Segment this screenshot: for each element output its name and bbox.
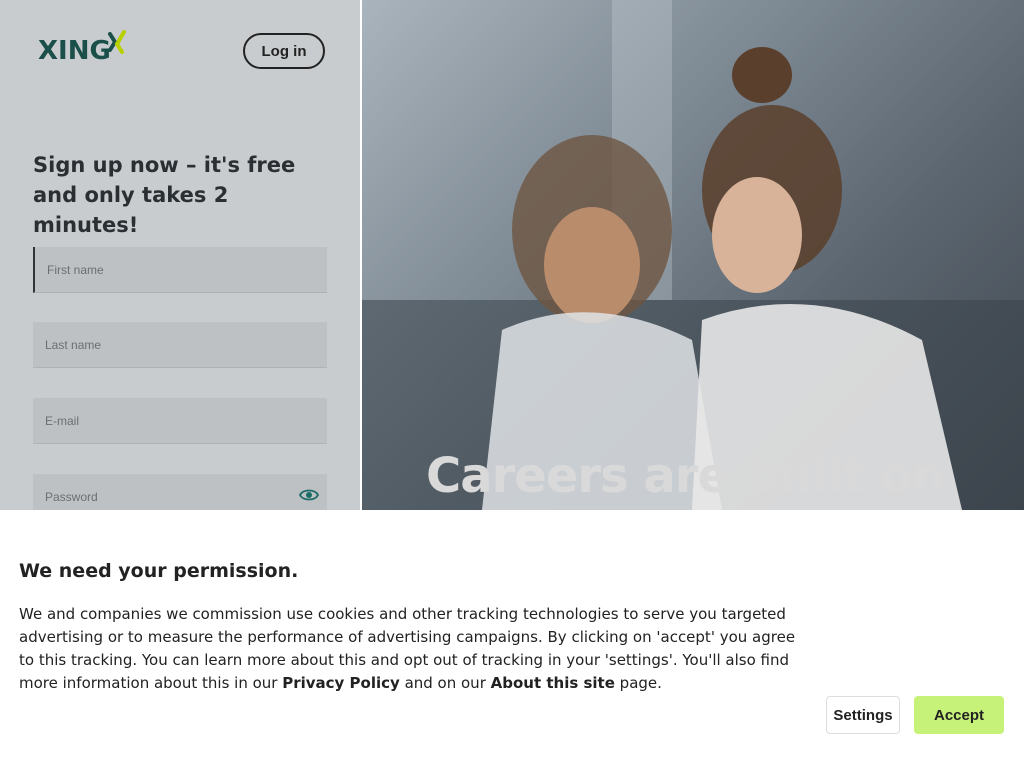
cookie-banner-heading: We need your permission. [19,560,299,582]
eye-icon[interactable] [299,488,319,502]
privacy-policy-link[interactable]: Privacy Policy [282,674,400,692]
password-placeholder: Password [45,489,98,504]
hero-image: Careers are built on [362,0,1024,510]
xing-logo[interactable]: XING [36,30,128,70]
about-site-link[interactable]: About this site [491,674,615,692]
cookie-text-after: page. [614,674,662,692]
hero-photo [362,0,1024,510]
first-name-field[interactable]: First name [33,247,327,293]
password-field[interactable]: Password [33,474,327,510]
logo-text: XING [38,36,111,66]
cookie-banner-text: We and companies we commission use cooki… [19,603,809,695]
cookie-text-middle: and on our [399,674,491,692]
last-name-field[interactable]: Last name [33,322,327,368]
xing-x-icon [108,30,126,54]
accept-button[interactable]: Accept [914,696,1004,734]
email-field[interactable]: E-mail [33,398,327,444]
page-background: XING Log in Sign up now – it's free and … [0,0,1024,510]
settings-button[interactable]: Settings [826,696,900,734]
signup-heading: Sign up now – it's free and only takes 2… [33,153,296,237]
login-button[interactable]: Log in [243,33,325,69]
signup-panel: XING Log in Sign up now – it's free and … [0,0,360,510]
hero-headline: Careers are built on [426,448,946,504]
